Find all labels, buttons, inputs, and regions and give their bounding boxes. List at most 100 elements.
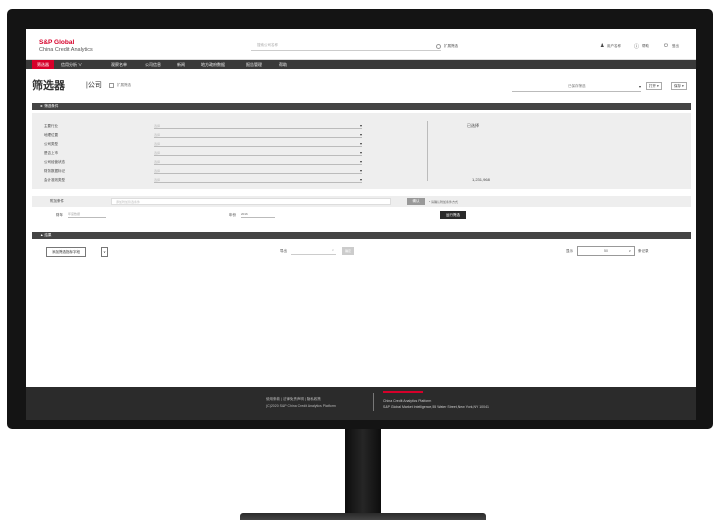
- criteria-select-financial-flag-value: 选择: [154, 169, 161, 173]
- page-title: 筛选器: [32, 80, 65, 92]
- nav-item-watchlist[interactable]: 观察名单: [106, 60, 132, 69]
- show-label: 显示: [566, 249, 573, 253]
- nav-item-credit-analysis[interactable]: 信用分析 ∨: [56, 60, 87, 69]
- criteria-select-status-value: 选择: [154, 160, 161, 164]
- help-link[interactable]: 帮助: [642, 44, 649, 49]
- year-select[interactable]: 2016: [241, 212, 275, 218]
- results-section-bar[interactable]: ▲ 结果: [32, 232, 691, 239]
- expand-filter-radio[interactable]: [436, 44, 441, 49]
- period-select-value: 年度数据: [68, 212, 81, 216]
- records-label: 条记录: [638, 249, 649, 253]
- criteria-section-bar[interactable]: ► 筛选条件: [32, 103, 691, 110]
- chevron-down-icon: ∨: [628, 249, 631, 253]
- expand-filter-checkbox[interactable]: [109, 83, 114, 88]
- year-select-value: 2016: [241, 212, 248, 216]
- app-header: S&P Global China Credit Analytics 搜索公司名称…: [26, 29, 696, 60]
- criteria-select-accounting-value: 选择: [154, 178, 161, 182]
- nav-item-help[interactable]: 帮助: [274, 60, 292, 69]
- user-icon: ♟: [600, 43, 605, 49]
- criteria-select-listed-value: 选择: [154, 151, 161, 155]
- footer-links[interactable]: 使用条款 | 法律免责声明 | 隐私政策: [266, 397, 321, 402]
- period-label: 财年: [56, 213, 63, 217]
- export-label: 导出: [280, 249, 287, 253]
- page-size-value: 50: [604, 249, 608, 253]
- nav-item-company-info[interactable]: 公司信息: [140, 60, 166, 69]
- open-button-label: 打开: [649, 84, 656, 88]
- add-fields-button[interactable]: 添加筛选指标字段: [46, 247, 86, 257]
- header-search-input[interactable]: 搜索公司名称: [251, 43, 441, 51]
- footer-address: S&P Global Market Intelligence,55 Water …: [383, 405, 489, 409]
- monitor-screen: S&P Global China Credit Analytics 搜索公司名称…: [26, 29, 696, 420]
- confirm-button[interactable]: 确认: [407, 198, 425, 205]
- criteria-select-location[interactable]: 选择 ▾: [154, 132, 362, 138]
- chevron-down-icon: ∨: [78, 62, 83, 67]
- chevron-down-icon: ▾: [359, 159, 362, 164]
- footer-divider: [373, 393, 374, 411]
- logo-sub: China Credit Analytics: [39, 47, 93, 53]
- expand-filter-checkbox-label: 扩展筛选: [117, 83, 131, 87]
- stage: S&P Global China Credit Analytics 搜索公司名称…: [0, 0, 714, 520]
- monitor-stand-base: [240, 513, 486, 520]
- result-count: 1,231,968: [472, 177, 490, 182]
- footer: [26, 387, 696, 420]
- criteria-label-status: 公司经营状态: [44, 160, 65, 164]
- criteria-select-accounting[interactable]: 选择 ▾: [154, 177, 362, 183]
- run-screen-button[interactable]: 运行筛选: [440, 211, 466, 219]
- saved-filter-placeholder: 已保存筛选: [568, 84, 586, 88]
- chevron-down-icon: ∨: [331, 248, 334, 252]
- nav-item-screener[interactable]: 筛选器: [32, 60, 54, 69]
- saved-filter-select[interactable]: 已保存筛选 ▾: [512, 83, 641, 92]
- criteria-label-accounting: 会计准则类型: [44, 178, 65, 182]
- criteria-divider: [427, 121, 428, 181]
- criteria-label-financial-flag: 财务数据标记: [44, 169, 65, 173]
- year-label: 年份: [229, 213, 236, 217]
- criteria-select-listed[interactable]: 选择 ▾: [154, 150, 362, 156]
- export-select[interactable]: ∨: [291, 248, 336, 255]
- monitor-stand-neck: [345, 429, 381, 513]
- chevron-down-icon: ▾: [681, 84, 684, 88]
- nav-item-news[interactable]: 新闻: [172, 60, 190, 69]
- chevron-down-icon: ▾: [359, 132, 362, 137]
- chevron-down-icon: ▾: [359, 123, 362, 128]
- expand-filter-label: 扩展筛选: [444, 44, 458, 48]
- chevron-down-icon: ▾: [359, 150, 362, 155]
- add-fields-dropdown[interactable]: ∨: [101, 247, 108, 257]
- criteria-select-industry[interactable]: 选择 ▾: [154, 123, 362, 129]
- save-button-label: 保存: [674, 84, 681, 88]
- chevron-down-icon: ▾: [638, 84, 641, 89]
- other-criteria-label: 附加条件: [50, 199, 64, 203]
- period-select[interactable]: 年度数据: [68, 212, 106, 218]
- criteria-label-location: 地理位置: [44, 133, 58, 137]
- nav-item-credit-analysis-label: 信用分析: [61, 62, 77, 67]
- save-button[interactable]: 保存 ▾: [671, 82, 687, 90]
- criteria-select-financial-flag[interactable]: 选择 ▾: [154, 168, 362, 174]
- chevron-down-icon: ▾: [359, 141, 362, 146]
- criteria-label-listed: 是否上市: [44, 151, 58, 155]
- page-size-select[interactable]: 50 ∨: [577, 246, 635, 256]
- logout-link[interactable]: 登出: [672, 44, 679, 49]
- footer-platform: China Credit Analytics Platform: [383, 399, 432, 403]
- nav-item-report-mgmt[interactable]: 报告管理: [241, 60, 267, 69]
- logo-main: S&P Global: [39, 39, 75, 46]
- criteria-select-status[interactable]: 选择 ▾: [154, 159, 362, 165]
- chevron-down-icon: ▾: [656, 84, 659, 88]
- chevron-down-icon: ▾: [359, 177, 362, 182]
- other-criteria-input[interactable]: 添加附加筛选条件: [111, 198, 391, 205]
- footer-brand-line: [383, 391, 423, 393]
- open-button[interactable]: 打开 ▾: [646, 82, 662, 90]
- page-subtitle: |公司: [86, 82, 102, 89]
- export-button[interactable]: 确定: [342, 247, 354, 255]
- criteria-note: * 请确认附加条件方式: [429, 200, 459, 204]
- criteria-select-location-value: 选择: [154, 133, 161, 137]
- main-nav: 筛选器 信用分析 ∨ 观察名单 公司信息 新闻 地方政府数据 报告管理 帮助: [26, 60, 696, 69]
- nav-item-local-gov-data[interactable]: 地方政府数据: [196, 60, 230, 69]
- user-name[interactable]: 用户名称: [607, 44, 621, 49]
- chevron-down-icon: ▾: [359, 168, 362, 173]
- criteria-label-company-type: 公司类型: [44, 142, 58, 146]
- selected-label: 已选择: [467, 123, 479, 128]
- criteria-select-company-type-value: 选择: [154, 142, 161, 146]
- criteria-select-company-type[interactable]: 选择 ▾: [154, 141, 362, 147]
- criteria-select-industry-value: 选择: [154, 124, 161, 128]
- criteria-label-industry: 主要行业: [44, 124, 58, 128]
- help-icon: ⓘ: [634, 44, 640, 50]
